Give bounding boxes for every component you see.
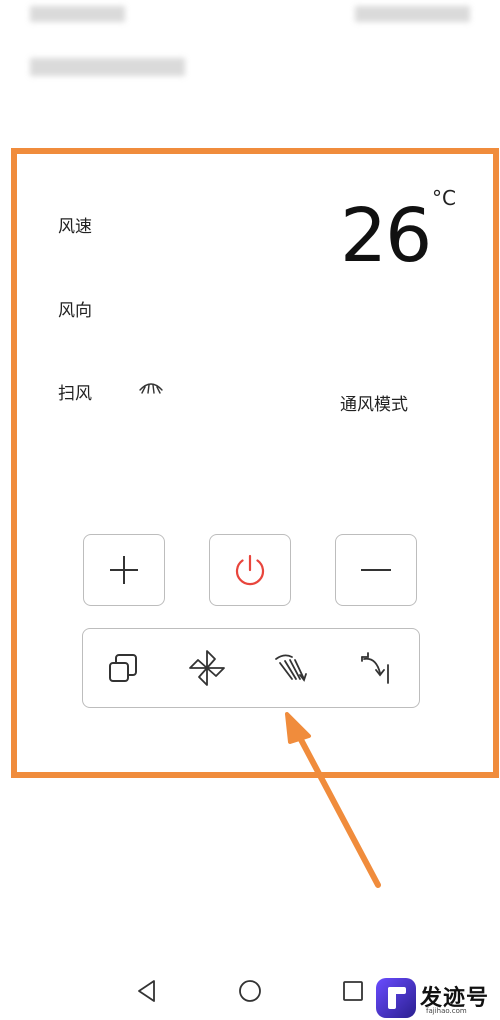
back-icon[interactable] [132, 976, 162, 1006]
app-screen: 风速 风向 扫风 26 °C 通风模式 发迹号 fajihao.com [0, 0, 500, 1020]
watermark-subtext: fajihao.com [426, 1007, 467, 1015]
sweep-direction-icon[interactable] [270, 647, 312, 689]
timer-icon[interactable] [354, 647, 396, 689]
fan-icon[interactable] [186, 647, 228, 689]
sweep-label: 扫风 [58, 384, 92, 404]
blurred-title [30, 58, 185, 76]
power-button[interactable] [209, 534, 291, 606]
mode-label: 通风模式 [340, 395, 408, 415]
temperature-unit: °C [432, 186, 456, 210]
temperature-down-button[interactable] [335, 534, 417, 606]
temperature-display: 26 [340, 193, 432, 279]
mode-icon[interactable] [102, 647, 144, 689]
wind-direction-label: 风向 [58, 301, 92, 321]
fan-sweep-icon [139, 383, 163, 394]
function-bar [82, 628, 420, 708]
watermark: 发迹号 fajihao.com [376, 976, 500, 1020]
blurred-status-left [30, 6, 125, 22]
temperature-up-button[interactable] [83, 534, 165, 606]
minus-icon [361, 569, 391, 571]
home-icon[interactable] [235, 976, 265, 1006]
plus-icon [110, 556, 138, 584]
blurred-status-right [355, 6, 470, 22]
power-icon [235, 554, 265, 586]
recents-icon[interactable] [338, 976, 368, 1006]
wind-speed-label: 风速 [58, 217, 92, 237]
watermark-logo-icon [376, 978, 416, 1018]
